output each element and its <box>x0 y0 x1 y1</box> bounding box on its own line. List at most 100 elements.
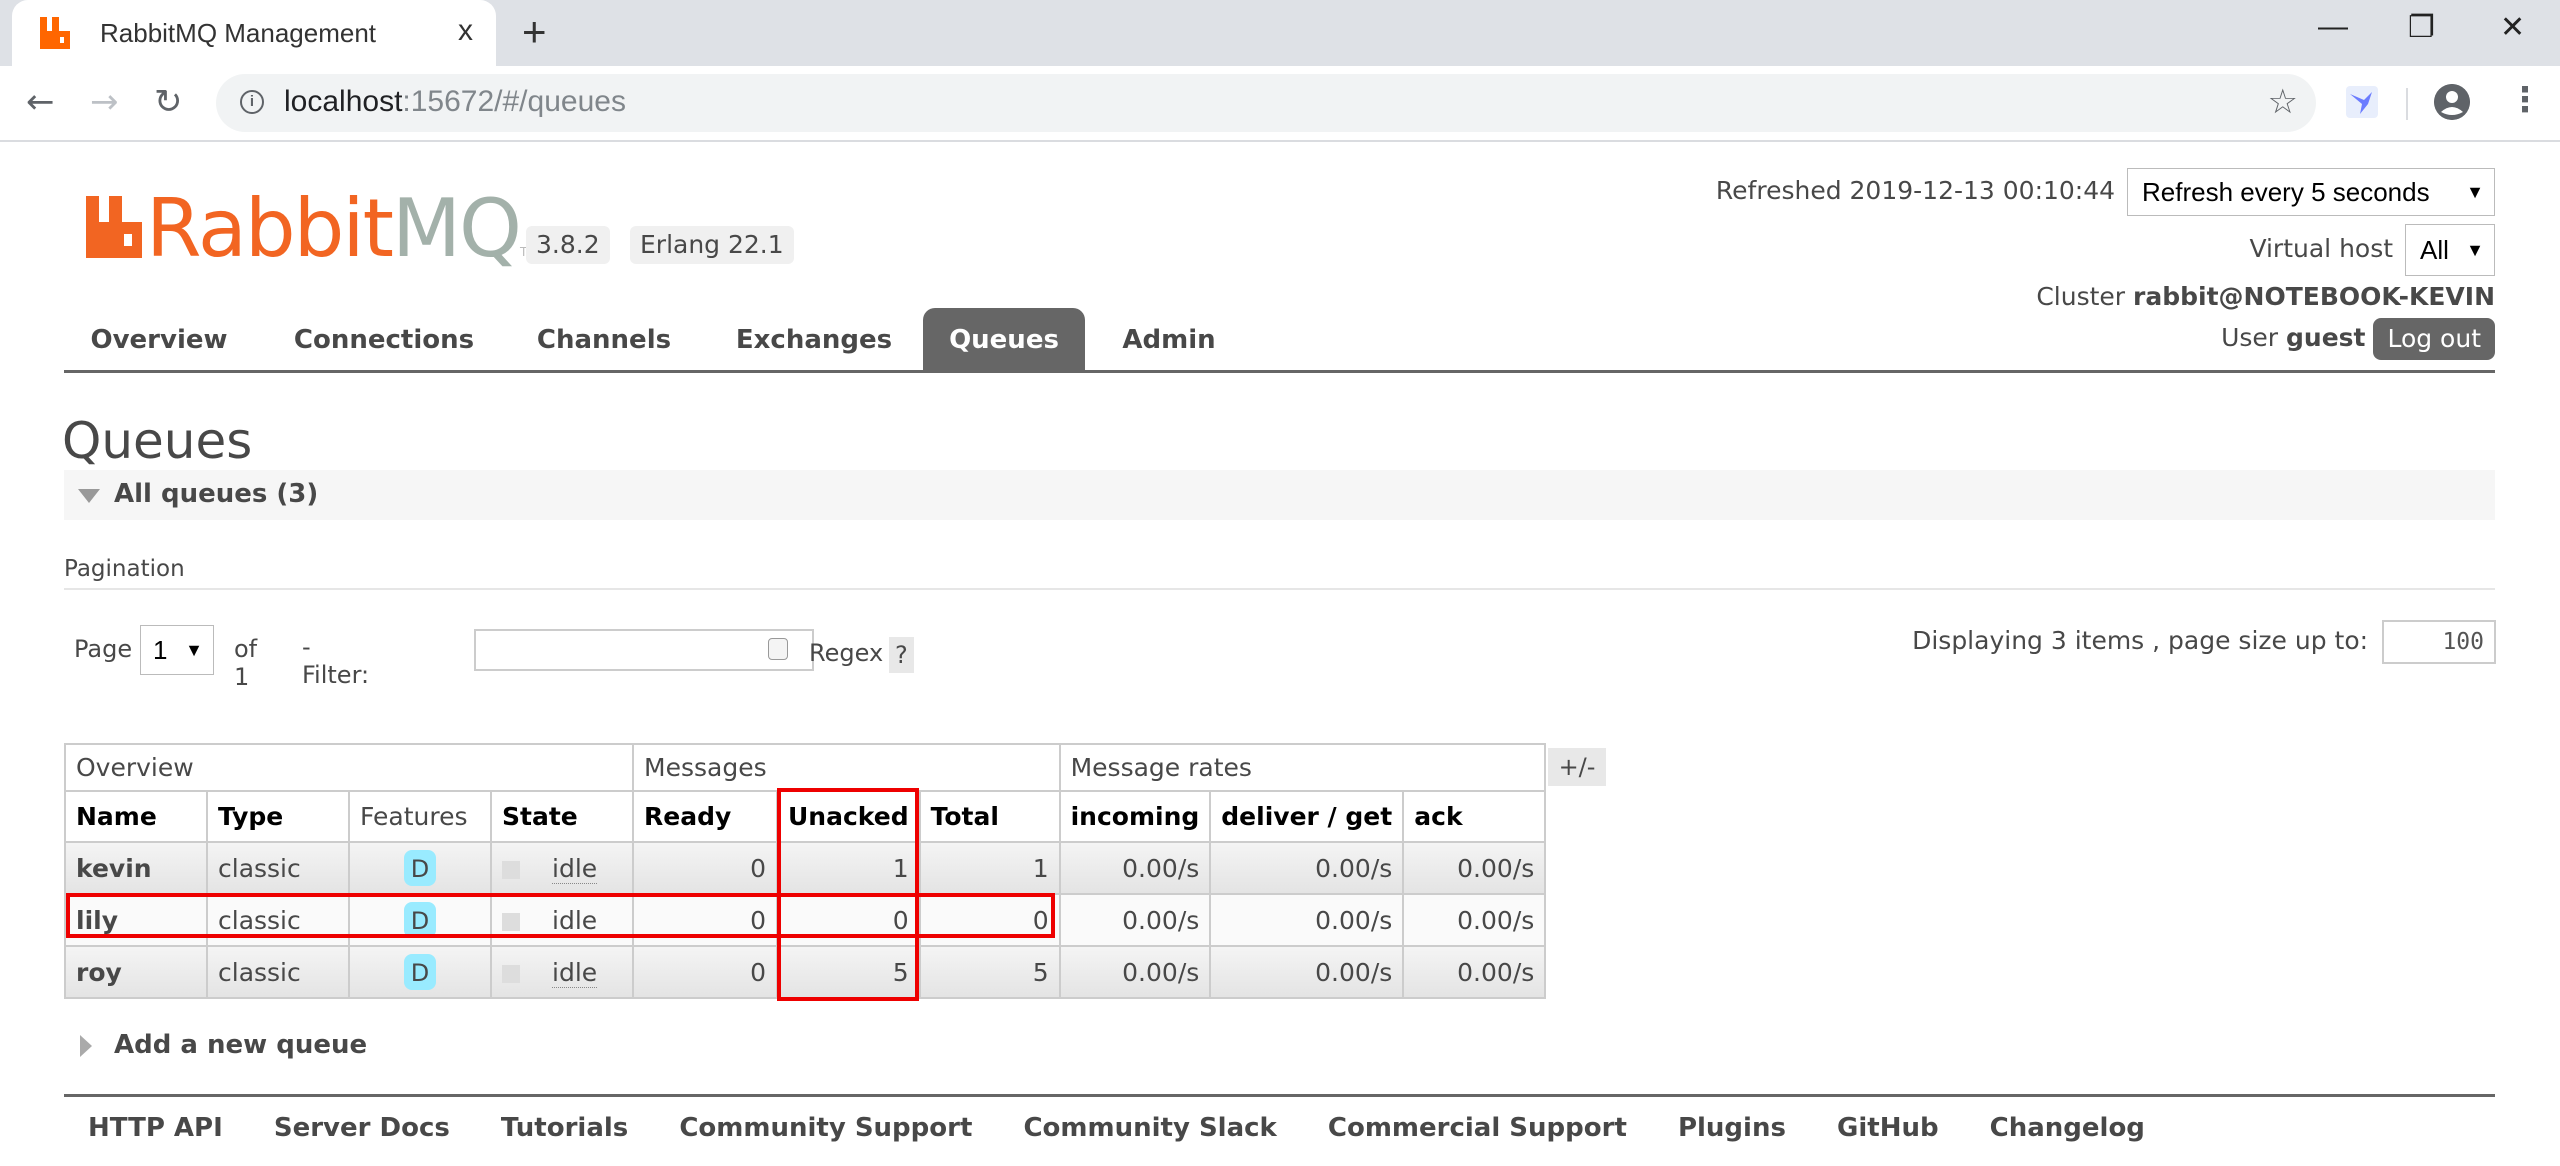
footer-link-plugins[interactable]: Plugins <box>1678 1113 1786 1143</box>
regex-label: Regex <box>809 639 884 667</box>
page-size-input[interactable]: 100 <box>2382 620 2496 664</box>
footer-link-community-slack[interactable]: Community Slack <box>1023 1113 1276 1143</box>
cluster-row: Cluster rabbit@NOTEBOOK-KEVIN <box>2036 282 2495 311</box>
rabbitmq-favicon-icon <box>40 17 70 49</box>
footer-link-tutorials[interactable]: Tutorials <box>501 1113 628 1143</box>
queue-name-link[interactable]: kevin <box>64 841 208 895</box>
state-indicator-icon <box>502 912 520 931</box>
footer-link-community-support[interactable]: Community Support <box>679 1113 972 1143</box>
filter-input[interactable] <box>474 629 814 671</box>
rabbitmq-logo-mark-icon <box>86 196 142 258</box>
url-text[interactable]: localhost:15672/#/queues <box>284 85 626 119</box>
footer-link-changelog[interactable]: Changelog <box>1990 1113 2145 1143</box>
page-select[interactable]: 1 ▼ <box>140 625 214 675</box>
back-icon[interactable]: ← <box>26 82 55 122</box>
forward-icon[interactable]: → <box>90 82 119 122</box>
total-count: 0 <box>918 893 1061 947</box>
col-state[interactable]: State <box>490 790 634 843</box>
incoming-rate: 0.00/s <box>1058 841 1212 895</box>
table-row: lily classic D idle 0 0 0 0.00/s 0.00/s … <box>64 893 1547 947</box>
durable-badge: D <box>403 954 437 990</box>
extension-bird-icon[interactable] <box>2346 86 2378 118</box>
tab-close-icon[interactable]: x <box>458 14 473 48</box>
group-messages: Messages <box>632 743 1061 792</box>
deliver-get-rate: 0.00/s <box>1209 945 1405 999</box>
nav-tab-connections[interactable]: Connections <box>274 308 494 370</box>
chevron-down-icon: ▼ <box>2466 240 2484 260</box>
browser-toolbar: ← → ↻ i localhost:15672/#/queues ☆ ⋮ <box>0 66 2560 142</box>
virtual-host-select[interactable]: All ▼ <box>2405 224 2495 276</box>
unacked-count: 0 <box>776 893 921 947</box>
col-deliver-get[interactable]: deliver / get <box>1209 790 1405 843</box>
minimize-icon[interactable]: — <box>2318 10 2348 44</box>
incoming-rate: 0.00/s <box>1058 945 1212 999</box>
queue-state: idle <box>490 841 634 895</box>
deliver-get-rate: 0.00/s <box>1209 893 1405 947</box>
pagination-divider <box>64 588 2495 590</box>
total-count: 1 <box>918 841 1061 895</box>
reload-icon[interactable]: ↻ <box>154 82 183 122</box>
footer-link-github[interactable]: GitHub <box>1837 1113 1939 1143</box>
nav-tab-exchanges[interactable]: Exchanges <box>714 308 914 370</box>
footer-link-commercial-support[interactable]: Commercial Support <box>1328 1113 1627 1143</box>
regex-help-button[interactable]: ? <box>889 637 914 673</box>
col-total[interactable]: Total <box>918 790 1061 843</box>
queue-name-link[interactable]: roy <box>64 945 208 999</box>
col-ack[interactable]: ack <box>1402 790 1547 843</box>
queue-type: classic <box>206 945 350 999</box>
new-tab-button[interactable]: + <box>522 8 547 56</box>
site-info-icon[interactable]: i <box>240 90 264 114</box>
queue-features: D <box>348 841 492 895</box>
nav-tab-admin[interactable]: Admin <box>1104 308 1234 370</box>
refresh-row: Refreshed 2019-12-13 00:10:44 Refresh ev… <box>1716 168 2495 216</box>
close-window-icon[interactable]: ✕ <box>2500 10 2525 45</box>
erlang-version-badge: Erlang 22.1 <box>630 226 794 264</box>
ack-rate: 0.00/s <box>1402 893 1547 947</box>
nav-tab-channels[interactable]: Channels <box>514 308 694 370</box>
queue-name-link[interactable]: lily <box>64 893 208 947</box>
regex-checkbox[interactable] <box>768 638 788 660</box>
footer-link-server-docs[interactable]: Server Docs <box>274 1113 450 1143</box>
browser-tab[interactable]: RabbitMQ Management x <box>12 0 496 66</box>
display-summary: Displaying 3 items , page size up to: 10… <box>1912 620 2496 664</box>
nav-tab-queues[interactable]: Queues <box>923 308 1085 370</box>
queue-features: D <box>348 893 492 947</box>
col-unacked[interactable]: Unacked <box>776 790 921 843</box>
col-name[interactable]: Name <box>64 790 208 843</box>
col-type[interactable]: Type <box>206 790 350 843</box>
profile-avatar-icon[interactable] <box>2434 84 2470 120</box>
state-indicator-icon <box>502 964 520 983</box>
collapse-triangle-icon <box>78 489 100 503</box>
all-queues-section-toggle[interactable]: All queues (3) <box>64 470 2495 520</box>
vhost-row: Virtual host All ▼ <box>2249 224 2495 276</box>
col-ready[interactable]: Ready <box>632 790 778 843</box>
virtual-host-label: Virtual host <box>2249 234 2394 263</box>
durable-badge: D <box>403 850 437 886</box>
address-bar[interactable]: i localhost:15672/#/queues ☆ <box>216 74 2316 132</box>
add-queue-toggle[interactable]: Add a new queue <box>80 1030 367 1060</box>
queue-state: idle <box>490 893 634 947</box>
ready-count: 0 <box>632 945 778 999</box>
logo-text: RabbitMQTM <box>146 182 538 275</box>
refresh-interval-select[interactable]: Refresh every 5 seconds ▼ <box>2127 168 2495 216</box>
columns-toggle-button[interactable]: +/- <box>1548 748 1606 786</box>
browser-menu-icon[interactable]: ⋮ <box>2508 80 2542 120</box>
queues-table: Overview Messages Message rates Name Typ… <box>64 743 1547 999</box>
displaying-text: Displaying 3 items , page size up to: <box>1912 626 2369 655</box>
column-group-header: Overview Messages Message rates <box>64 743 1547 792</box>
nav-tab-overview[interactable]: Overview <box>64 308 254 370</box>
queue-state: idle <box>490 945 634 999</box>
ready-count: 0 <box>632 841 778 895</box>
footer-link-http-api[interactable]: HTTP API <box>88 1113 223 1143</box>
col-incoming[interactable]: incoming <box>1058 790 1212 843</box>
restore-icon[interactable]: ❐ <box>2408 10 2435 45</box>
group-message-rates: Message rates <box>1058 743 1547 792</box>
unacked-count: 1 <box>776 841 921 895</box>
bookmark-star-icon[interactable]: ☆ <box>2268 82 2298 122</box>
state-indicator-icon <box>502 860 520 879</box>
all-queues-label: All queues (3) <box>114 479 319 509</box>
footer-links: HTTP API Server Docs Tutorials Community… <box>88 1113 2187 1143</box>
refreshed-timestamp: Refreshed 2019-12-13 00:10:44 <box>1715 176 2116 205</box>
footer-divider <box>64 1094 2495 1097</box>
ready-count: 0 <box>632 893 778 947</box>
